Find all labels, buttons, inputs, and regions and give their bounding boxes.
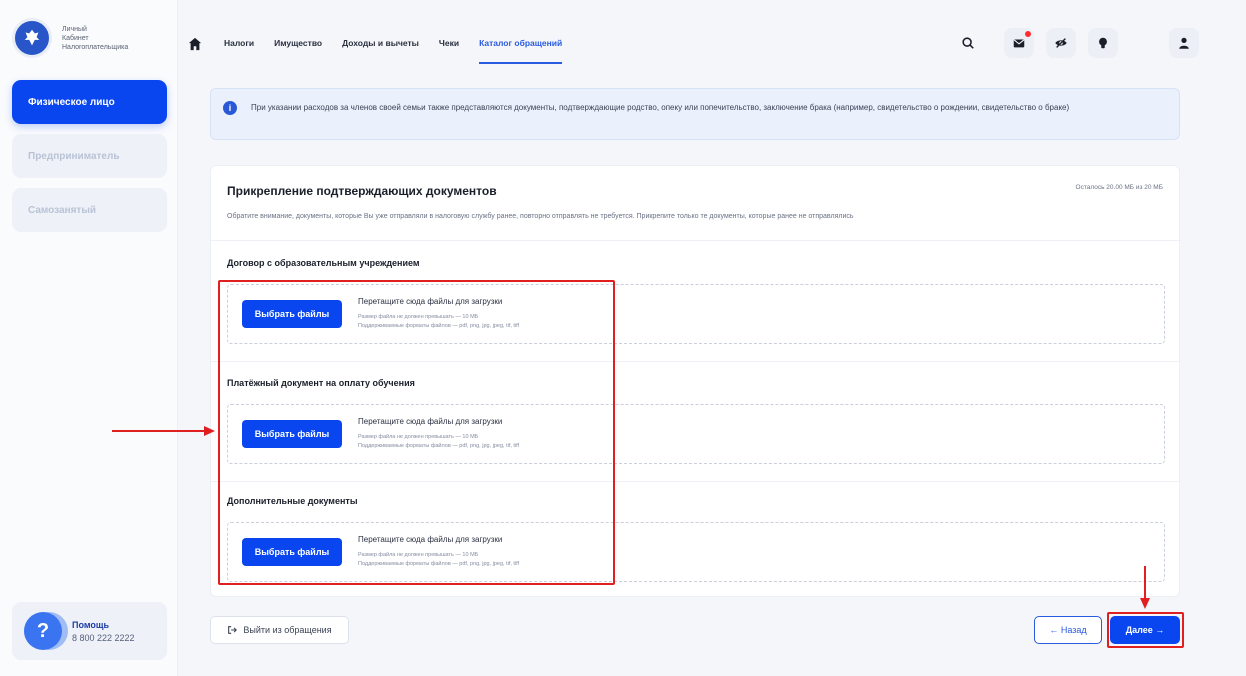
lightbulb-icon — [1099, 37, 1107, 49]
tips-button[interactable] — [1088, 28, 1118, 58]
search-icon — [962, 37, 974, 49]
top-bar: Налоги Имущество Доходы и вычеты Чеки Ка… — [178, 0, 1246, 80]
info-banner-text: При указании расходов за членов своей се… — [251, 103, 1070, 112]
visibility-toggle-button[interactable] — [1046, 28, 1076, 58]
sidebar-item-self-employed[interactable]: Самозанятый — [12, 188, 167, 232]
divider — [211, 240, 1181, 241]
nav-taxes[interactable]: Налоги — [224, 38, 254, 64]
card-note: Обратите внимание, документы, которые Вы… — [227, 213, 854, 220]
main-nav: Налоги Имущество Доходы и вычеты Чеки Ка… — [224, 38, 563, 64]
annotation-next-highlight — [1107, 612, 1184, 648]
logo[interactable]: Личный Кабинет Налогоплательщика — [12, 18, 128, 58]
info-banner: i При указании расходов за членов своей … — [210, 88, 1180, 140]
annotation-highlight-box — [218, 280, 615, 585]
logo-text: Личный Кабинет Налогоплательщика — [62, 25, 129, 51]
search-button[interactable] — [953, 28, 983, 58]
help-question-icon: ? — [24, 612, 62, 650]
mail-icon — [1013, 39, 1025, 48]
messages-button[interactable] — [1004, 28, 1034, 58]
help-phone: 8 800 222 2222 — [72, 632, 135, 643]
notification-dot — [1025, 31, 1031, 37]
emblem-icon — [12, 18, 52, 58]
help-widget[interactable]: ? Помощь 8 800 222 2222 — [12, 602, 167, 660]
sidebar: Личный Кабинет Налогоплательщика Физичес… — [0, 0, 178, 676]
sidebar-item-individual[interactable]: Физическое лицо — [12, 80, 167, 124]
home-icon[interactable] — [188, 37, 202, 51]
nav-property[interactable]: Имущество — [274, 38, 322, 64]
storage-limit: Осталось 20.00 МБ из 20 МБ — [1075, 184, 1163, 191]
info-icon: i — [223, 101, 237, 115]
exit-icon — [228, 626, 238, 634]
card-title: Прикрепление подтверждающих документов — [227, 184, 497, 198]
user-icon — [1179, 37, 1189, 49]
nav-income-deductions[interactable]: Доходы и вычеты — [342, 38, 419, 64]
nav-requests-catalog[interactable]: Каталог обращений — [479, 38, 563, 64]
annotation-arrow-down — [1140, 566, 1150, 609]
section-title-contract: Договор с образовательным учреждением — [227, 258, 420, 268]
profile-button[interactable] — [1169, 28, 1199, 58]
eye-off-icon — [1055, 38, 1067, 48]
exit-request-button[interactable]: Выйти из обращения — [210, 616, 349, 644]
annotation-arrow-right — [112, 426, 215, 436]
help-title: Помощь — [72, 619, 110, 630]
back-button[interactable]: ← Назад — [1034, 616, 1102, 644]
nav-receipts[interactable]: Чеки — [439, 38, 459, 64]
sidebar-item-entrepreneur[interactable]: Предприниматель — [12, 134, 167, 178]
